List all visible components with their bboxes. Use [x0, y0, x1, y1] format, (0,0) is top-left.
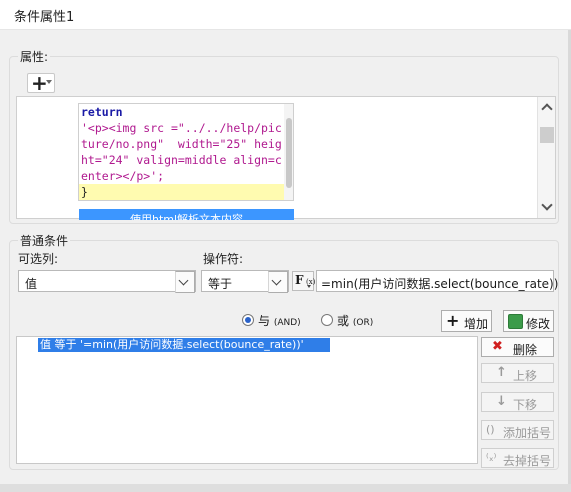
condition-list-item[interactable]: 值 等于 '=min(用户访问数据.select(bounce_rate))' [38, 338, 330, 352]
arrow-up-icon: ↑ [496, 365, 507, 380]
scroll-thumb[interactable] [540, 127, 554, 143]
property-list-scrollbar[interactable] [537, 97, 555, 218]
formula-button[interactable]: F (x) [292, 271, 315, 291]
expression-field[interactable]: =min(用户访问数据.select(bounce_rate)) [316, 270, 558, 292]
edit-icon [508, 314, 523, 329]
add-bracket-button[interactable]: () 添加括号 [481, 420, 554, 440]
code-preview: return '<p><img src ="../../help/pic tur… [78, 103, 294, 201]
remove-bracket-label: 去掉括号 [503, 454, 552, 468]
add-bracket-label: 添加括号 [503, 426, 552, 440]
delete-label: 删除 [513, 343, 538, 357]
remove-bracket-icon: ⁽ₓ⁾ [486, 451, 497, 464]
modify-condition-button[interactable]: 修改 [503, 310, 554, 332]
and-radio[interactable] [242, 314, 254, 326]
code-line: enter></p>'; [81, 169, 165, 183]
and-label-paren: (AND) [273, 318, 301, 328]
condition-list[interactable] [16, 336, 478, 464]
chevron-down-icon [178, 275, 189, 286]
code-highlight-line [79, 184, 284, 200]
code-line: ht="24" valign=middle align=c [81, 153, 282, 167]
bracket-icon: () [486, 423, 495, 436]
column-select[interactable]: 值 [18, 270, 196, 293]
title-bar: 条件属性1 [0, 0, 571, 30]
scroll-down-icon[interactable] [541, 199, 553, 211]
or-radio[interactable] [321, 314, 333, 326]
add-condition-label: 增加 [464, 317, 489, 331]
operator-label: 操作符: [203, 252, 244, 266]
column-label: 可选列: [18, 252, 59, 266]
arrow-down-icon: ↓ [496, 394, 507, 409]
and-label-text: 与 [258, 314, 271, 328]
code-line: } [81, 185, 88, 199]
column-select-dropdown[interactable] [175, 271, 195, 293]
column-select-value: 值 [25, 277, 38, 291]
add-property-button[interactable]: + [27, 71, 55, 95]
chevron-down-icon [271, 275, 282, 286]
move-up-label: 上移 [513, 369, 538, 383]
move-down-label: 下移 [513, 398, 538, 412]
or-radio-label[interactable]: 或 (OR) [337, 312, 373, 329]
code-line: ture/no.png" width="25" heig [81, 137, 282, 151]
operator-select-dropdown[interactable] [268, 271, 288, 293]
move-up-button[interactable]: ↑ 上移 [481, 363, 554, 383]
html-parse-option[interactable]: 使用html解析文本内容 [79, 209, 294, 220]
remove-bracket-button[interactable]: ⁽ₓ⁾ 去掉括号 [481, 448, 554, 468]
delete-button[interactable]: ✖ 删除 [481, 337, 554, 357]
operator-select-value: 等于 [208, 277, 233, 291]
or-label-text: 或 [337, 314, 350, 328]
code-scroll-thumb[interactable] [286, 118, 292, 188]
chevron-down-icon [46, 80, 52, 84]
code-preview-scrollbar[interactable] [284, 104, 293, 200]
scroll-up-icon[interactable] [541, 103, 553, 115]
move-down-button[interactable]: ↓ 下移 [481, 392, 554, 412]
modify-condition-label: 修改 [526, 317, 551, 331]
operator-select[interactable]: 等于 [201, 270, 289, 293]
formula-icon: F [295, 273, 304, 287]
chevron-down-icon [307, 285, 311, 288]
plus-icon: + [446, 311, 460, 330]
code-line: '<p><img src ="../../help/pic [81, 121, 282, 135]
or-label-paren: (OR) [352, 318, 374, 328]
window-title: 条件属性1 [14, 10, 75, 25]
bottom-strip [0, 484, 571, 492]
delete-icon: ✖ [492, 339, 503, 354]
properties-group-label: 属性: [18, 48, 51, 65]
add-condition-button[interactable]: + 增加 [441, 310, 492, 332]
expression-value: =min(用户访问数据.select(bounce_rate)) [321, 277, 559, 291]
general-condition-label: 普通条件 [18, 232, 71, 249]
code-line: return [81, 105, 123, 119]
and-radio-label[interactable]: 与 (AND) [258, 312, 301, 329]
